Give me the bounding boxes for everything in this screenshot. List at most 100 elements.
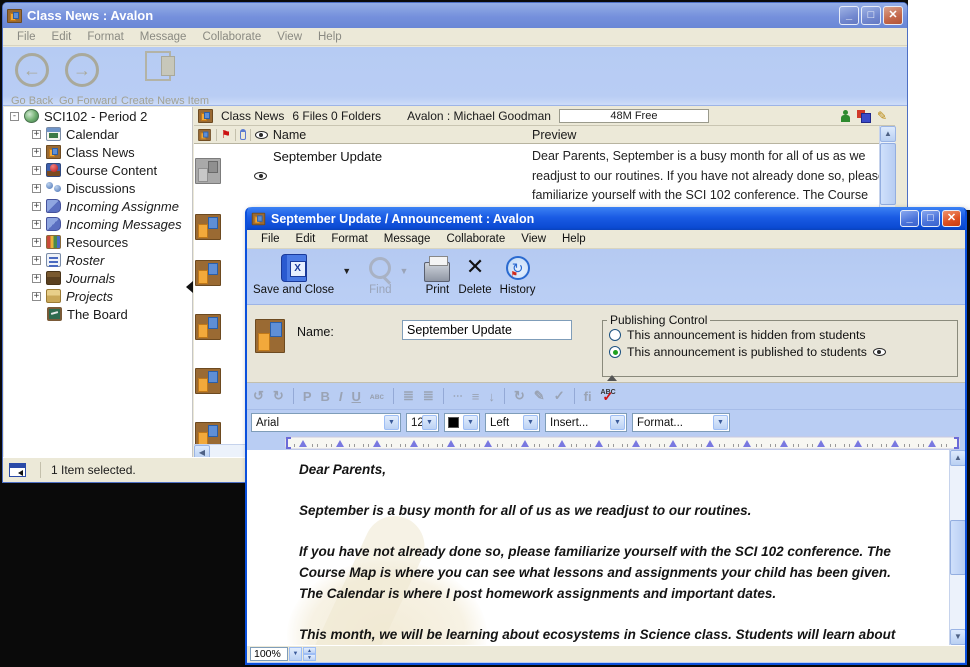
approve-icon[interactable]: ✓ — [554, 388, 565, 404]
announcement-icon[interactable] — [195, 260, 221, 286]
menu-help[interactable]: Help — [310, 29, 350, 45]
plain-text-icon[interactable]: P — [303, 389, 312, 404]
bold-icon[interactable]: B — [320, 389, 329, 404]
back-window-titlebar[interactable]: Class News : Avalon _ □ ✕ — [3, 3, 907, 28]
name-column-header[interactable]: Name — [273, 128, 306, 142]
collapse-icon[interactable]: - — [10, 112, 19, 121]
signature-icon[interactable]: ﬁ — [584, 389, 592, 404]
history-button[interactable]: ↻ History — [500, 252, 536, 296]
delete-button[interactable]: ✕ Delete — [458, 252, 491, 296]
underline-icon[interactable]: U — [352, 389, 361, 404]
radio-selected-icon[interactable] — [609, 346, 621, 358]
scroll-down-icon[interactable]: ▼ — [950, 629, 965, 645]
sort-icon[interactable]: ↓ — [488, 389, 495, 404]
font-size-select[interactable]: 12▼ — [406, 413, 439, 432]
chevron-down-icon[interactable]: ▼ — [422, 415, 437, 430]
editor-vertical-scrollbar[interactable]: ▲ ▼ — [949, 450, 965, 645]
scrollbar-thumb[interactable] — [950, 520, 965, 575]
rotate-icon[interactable]: ↻ — [514, 388, 525, 404]
go-back-button[interactable]: Go Back — [11, 95, 53, 107]
splitter-collapse-icon[interactable] — [186, 281, 193, 293]
expand-icon[interactable]: + — [32, 256, 41, 265]
presence-icon[interactable] — [841, 110, 850, 122]
expand-icon[interactable]: + — [32, 184, 41, 193]
print-button[interactable]: Print — [424, 252, 450, 296]
maximize-button[interactable]: □ — [861, 6, 881, 25]
save-and-close-button[interactable]: Save and Close — [253, 252, 334, 296]
font-family-select[interactable]: Arial▼ — [251, 413, 401, 432]
find-button[interactable]: Find — [369, 252, 391, 296]
item-type-column-icon[interactable] — [198, 129, 211, 141]
maximize-button[interactable]: □ — [921, 210, 940, 227]
pen-icon[interactable]: ✎ — [534, 388, 545, 404]
menu-file[interactable]: File — [9, 29, 44, 45]
expand-icon[interactable]: + — [32, 166, 41, 175]
chevron-down-icon[interactable]: ▼ — [289, 647, 302, 661]
visibility-column-icon[interactable] — [255, 131, 268, 139]
expand-icon[interactable]: + — [32, 148, 41, 157]
undo-icon[interactable]: ↺ — [253, 388, 264, 404]
expand-icon[interactable]: + — [32, 238, 41, 247]
edit-pencil-icon[interactable]: ✎ — [877, 109, 887, 123]
menu-edit[interactable]: Edit — [288, 231, 324, 247]
create-news-item-button[interactable]: Create News Item — [121, 95, 209, 107]
panel-toggle-icon[interactable] — [9, 463, 26, 477]
menu-collaborate[interactable]: Collaborate — [194, 29, 269, 45]
expand-icon[interactable]: + — [32, 220, 41, 229]
zoom-stepper[interactable]: ▲▼ — [303, 647, 316, 661]
expand-icon[interactable]: + — [32, 202, 41, 211]
announcement-icon[interactable] — [195, 368, 221, 394]
font-color-select[interactable]: ▼ — [444, 413, 480, 432]
menu-format[interactable]: Format — [323, 231, 375, 247]
minimize-button[interactable]: _ — [900, 210, 919, 227]
chevron-down-icon[interactable]: ▼ — [610, 415, 625, 430]
tree-item-journals[interactable]: + Journals — [4, 269, 192, 287]
preview-column-header[interactable]: Preview — [532, 128, 576, 142]
expand-icon[interactable]: + — [32, 274, 41, 283]
paragraph-spacing-icon[interactable]: ≡ — [472, 389, 480, 404]
menu-help[interactable]: Help — [554, 231, 594, 247]
go-forward-icon[interactable]: → — [65, 53, 99, 87]
tree-item-incoming-assignments[interactable]: + Incoming Assignme — [4, 197, 192, 215]
radio-published-to-students[interactable]: This announcement is published to studen… — [609, 345, 957, 359]
expand-icon[interactable]: + — [32, 130, 41, 139]
tree-item-class-news[interactable]: + Class News — [4, 143, 192, 161]
expand-icon[interactable]: + — [32, 292, 41, 301]
tree-item-discussions[interactable]: + Discussions — [4, 179, 192, 197]
scroll-up-icon[interactable]: ▲ — [880, 126, 896, 142]
panel-collapse-icon[interactable] — [607, 375, 617, 381]
small-caps-icon[interactable]: ᴀʙᴄ — [370, 392, 384, 401]
menu-view[interactable]: View — [269, 29, 310, 45]
tree-item-resources[interactable]: + Resources — [4, 233, 192, 251]
tree-item-roster[interactable]: + Roster — [4, 251, 192, 269]
spell-check-icon[interactable]: ABC ✓ — [601, 389, 616, 403]
italic-icon[interactable]: I — [339, 389, 343, 404]
chevron-down-icon[interactable]: ▼ — [463, 415, 478, 430]
minimize-button[interactable]: _ — [839, 6, 859, 25]
announcement-icon[interactable] — [195, 314, 221, 340]
menu-edit[interactable]: Edit — [44, 29, 80, 45]
name-input[interactable] — [402, 320, 572, 340]
alignment-select[interactable]: Left▼ — [485, 413, 540, 432]
go-forward-button[interactable]: Go Forward — [59, 95, 117, 107]
menu-format[interactable]: Format — [79, 29, 131, 45]
attachment-column-icon[interactable] — [240, 129, 246, 140]
tree-root-sci102[interactable]: - SCI102 - Period 2 — [4, 107, 192, 125]
scroll-up-icon[interactable]: ▲ — [950, 450, 965, 466]
announcement-icon[interactable] — [195, 214, 221, 240]
save-options-chevron-icon[interactable]: ▼ — [342, 266, 351, 276]
tree-item-course-content[interactable]: + Course Content — [4, 161, 192, 179]
chevron-down-icon[interactable]: ▼ — [523, 415, 538, 430]
close-button[interactable]: ✕ — [883, 6, 903, 25]
scrollbar-thumb[interactable] — [880, 143, 896, 205]
menu-collaborate[interactable]: Collaborate — [438, 231, 513, 247]
menu-view[interactable]: View — [513, 231, 554, 247]
window-layers-icon[interactable] — [857, 110, 870, 122]
tree-item-projects[interactable]: + Projects — [4, 287, 192, 305]
zoom-level-select[interactable]: 100% — [250, 647, 288, 661]
tree-item-calendar[interactable]: + Calendar — [4, 125, 192, 143]
close-button[interactable]: ✕ — [942, 210, 961, 227]
menu-message[interactable]: Message — [132, 29, 195, 45]
numbered-list-icon[interactable]: ≣ — [403, 388, 414, 404]
bulleted-list-icon[interactable]: ≣ — [423, 388, 434, 404]
